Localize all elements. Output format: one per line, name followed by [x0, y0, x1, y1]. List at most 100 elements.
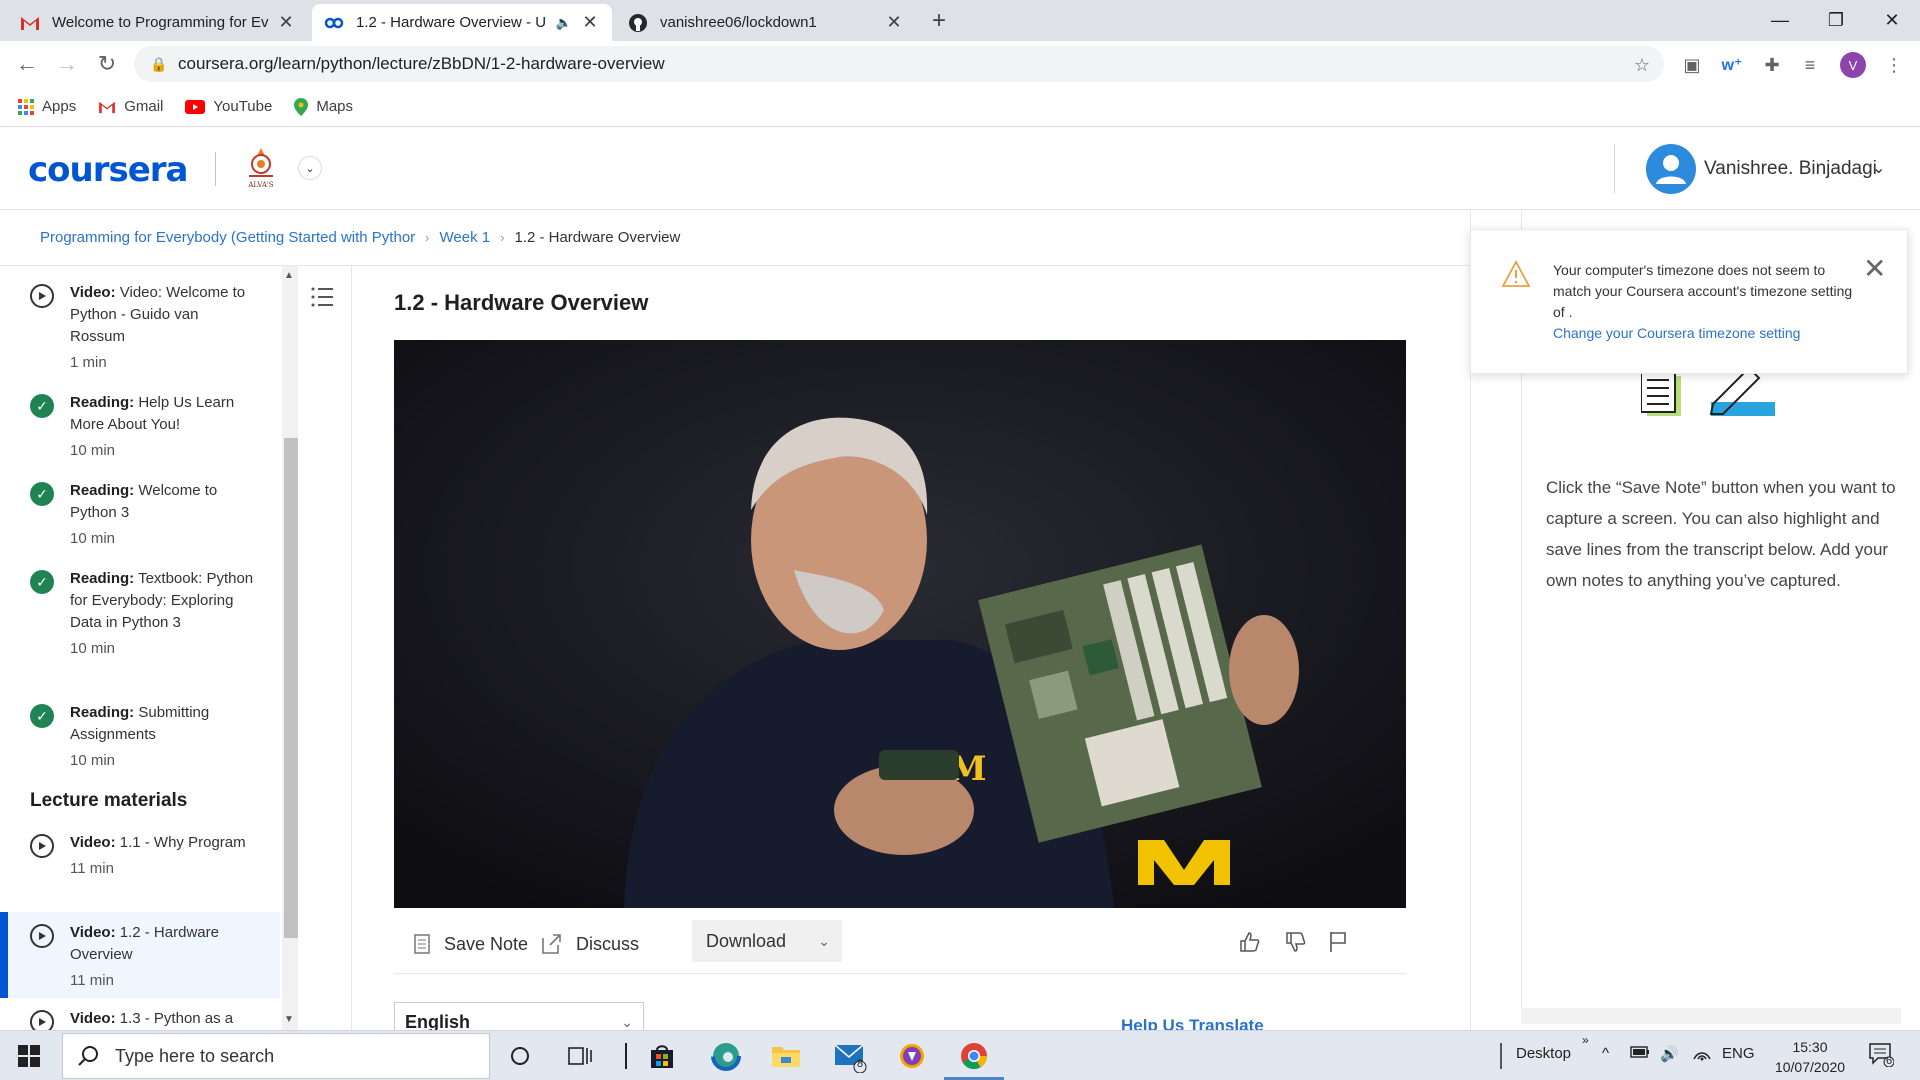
thumbs-up-icon[interactable]	[1234, 926, 1266, 958]
wifi-icon[interactable]	[1692, 1045, 1712, 1065]
desktop-toolbar[interactable]: Desktop	[1516, 1045, 1571, 1062]
item-duration: 10 min	[70, 640, 116, 657]
puzzle-icon[interactable]: ✚	[1760, 53, 1784, 77]
task-view-icon[interactable]	[560, 1039, 600, 1073]
sidebar-toggle-column	[300, 266, 352, 1030]
warning-icon	[1501, 260, 1531, 293]
sidebar-item[interactable]: Video: 1.3 - Python as a	[0, 1008, 280, 1030]
speaker-icon[interactable]: 🔈	[554, 15, 574, 31]
chrome-icon[interactable]	[954, 1039, 994, 1073]
browser-tab-bar: Welcome to Programming for Ev ✕ 1.2 - Ha…	[0, 0, 1920, 41]
bookmark-gmail[interactable]: Gmail	[98, 98, 163, 115]
notification-icon[interactable]: 6	[1868, 1041, 1895, 1071]
course-sidebar: Video: Video: Welcome to Python - Guido …	[0, 266, 280, 1030]
bookmark-maps[interactable]: Maps	[294, 97, 353, 116]
tab-github[interactable]: vanishree06/lockdown1 ✕	[616, 4, 916, 41]
notes-horizontal-scrollbar[interactable]	[1521, 1008, 1901, 1024]
page-title: 1.2 - Hardware Overview	[394, 290, 649, 315]
chevron-up-icon[interactable]: ^	[1602, 1045, 1609, 1062]
discuss-button[interactable]: Discuss	[540, 924, 639, 964]
chevron-down-icon[interactable]: ⌄	[1872, 158, 1885, 178]
item-duration: 10 min	[70, 752, 116, 769]
back-button[interactable]: ←	[12, 49, 42, 79]
download-label: Download	[706, 930, 787, 951]
maximize-button[interactable]: ❐	[1808, 0, 1864, 41]
notes-instructions: Click the “Save Note” button when you wa…	[1546, 478, 1896, 590]
reload-button[interactable]: ↻	[92, 49, 122, 79]
tab-gmail[interactable]: Welcome to Programming for Ev ✕	[8, 4, 308, 41]
breadcrumb: Programming for Everybody (Getting Start…	[0, 210, 1470, 266]
breadcrumb-week[interactable]: Week 1	[440, 229, 491, 246]
profile-avatar[interactable]: V	[1840, 52, 1866, 78]
close-window-button[interactable]: ✕	[1864, 0, 1920, 41]
taskbar-search-input[interactable]: Type here to search	[62, 1033, 490, 1079]
item-title: 1.3 - Python as a	[119, 1010, 234, 1027]
bookmark-youtube[interactable]: YouTube	[185, 98, 272, 115]
scroll-up-arrow-icon[interactable]: ▲	[284, 270, 294, 281]
close-icon[interactable]: ✕	[1863, 252, 1886, 285]
word-extension-icon[interactable]: w⁺	[1720, 53, 1744, 77]
help-translate-link[interactable]: Help Us Translate	[1121, 1016, 1264, 1030]
sidebar-item[interactable]: ✓ Reading: Welcome to Python 3 10 min	[0, 480, 280, 550]
sidebar-item[interactable]: Video: Video: Welcome to Python - Guido …	[0, 282, 280, 374]
sidebar-item[interactable]: Video: 1.1 - Why Program 11 min	[0, 832, 280, 880]
save-note-button[interactable]: Save Note	[414, 924, 528, 964]
extension-icon[interactable]: ▣	[1680, 53, 1704, 77]
search-icon	[77, 1045, 99, 1067]
thumbs-down-icon[interactable]	[1280, 926, 1312, 958]
mail-icon[interactable]: 8	[830, 1039, 870, 1073]
item-type: Video:	[70, 1010, 116, 1027]
bookmark-star-icon[interactable]: ☆	[1630, 53, 1654, 77]
tab-coursera[interactable]: 1.2 - Hardware Overview - U 🔈 ✕	[312, 4, 612, 41]
sidebar-item[interactable]: ✓ Reading: Textbook: Python for Everybod…	[0, 568, 280, 660]
close-icon[interactable]: ✕	[884, 12, 904, 33]
download-dropdown[interactable]: Download ⌄	[692, 920, 842, 962]
media-control-icon[interactable]: ≡	[1798, 53, 1822, 77]
play-icon	[30, 284, 54, 308]
list-toggle-icon[interactable]	[310, 282, 340, 312]
close-icon[interactable]: ✕	[276, 12, 296, 33]
input-language[interactable]: ENG	[1722, 1045, 1755, 1062]
taskbar-clock[interactable]: 15:30 10/07/2020	[1770, 1037, 1850, 1077]
flag-icon[interactable]	[1322, 926, 1354, 958]
sidebar-scrollbar-thumb[interactable]	[284, 438, 298, 938]
new-tab-button[interactable]: +	[924, 6, 954, 36]
bookmark-apps[interactable]: Apps	[18, 98, 76, 115]
lecture-main: 1.2 - Hardware Overview M Save Note Disc…	[352, 266, 1470, 1030]
sidebar-item-active[interactable]: Video: 1.2 - Hardware Overview 11 min	[0, 912, 280, 998]
address-bar[interactable]: 🔒 coursera.org/learn/python/lecture/zBbD…	[134, 46, 1664, 82]
change-timezone-link[interactable]: Change your Coursera timezone setting	[1553, 325, 1800, 341]
battery-icon[interactable]	[1630, 1045, 1650, 1062]
windows-start-icon[interactable]	[18, 1045, 40, 1072]
coursera-logo[interactable]: coursera	[28, 150, 188, 190]
file-explorer-icon[interactable]	[766, 1039, 806, 1073]
sidebar-item[interactable]: ✓ Reading: Submitting Assignments 10 min	[0, 702, 280, 772]
volume-icon[interactable]: 🔊	[1660, 1045, 1679, 1063]
user-name[interactable]: Vanishree. Binjadagi	[1704, 158, 1877, 180]
app-circle-icon[interactable]	[892, 1039, 932, 1073]
minimize-button[interactable]: —	[1752, 0, 1808, 41]
search-placeholder: Type here to search	[115, 1045, 275, 1066]
item-duration: 11 min	[70, 972, 114, 989]
forward-button[interactable]: →	[52, 49, 82, 79]
save-note-label: Save Note	[444, 933, 529, 954]
edge-browser-icon[interactable]	[706, 1039, 746, 1073]
scroll-down-arrow-icon[interactable]: ▼	[284, 1014, 294, 1025]
maps-pin-icon	[294, 97, 309, 116]
breadcrumb-course[interactable]: Programming for Everybody (Getting Start…	[40, 229, 415, 246]
institution-logo[interactable]: ALVA'S	[243, 146, 279, 190]
more-menu-icon[interactable]: ⋮	[1882, 53, 1906, 77]
video-player[interactable]: M	[394, 340, 1406, 908]
transcript-language-select[interactable]: English ⌄	[394, 1002, 644, 1030]
expand-toolbar-icon[interactable]: »	[1582, 1033, 1589, 1047]
mail-badge: 8	[857, 1058, 864, 1070]
cortana-icon[interactable]	[500, 1039, 540, 1073]
close-icon[interactable]: ✕	[580, 12, 600, 33]
language-value: English	[405, 1011, 471, 1031]
item-type: Reading:	[70, 570, 135, 587]
github-icon	[628, 13, 648, 33]
user-avatar[interactable]	[1646, 144, 1696, 194]
store-icon[interactable]	[642, 1039, 682, 1073]
institution-dropdown-chevron-icon[interactable]: ⌄	[298, 156, 322, 180]
sidebar-item[interactable]: ✓ Reading: Help Us Learn More About You!…	[0, 392, 280, 462]
